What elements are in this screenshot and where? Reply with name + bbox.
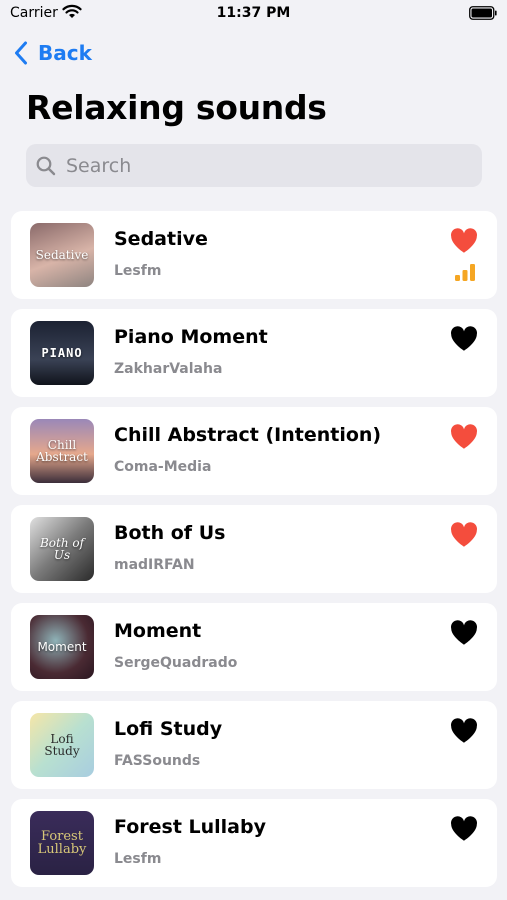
track-artist: Coma-Media	[114, 459, 212, 475]
album-art-label: Lofi Study	[44, 732, 80, 758]
album-art-label: Both of Us	[39, 536, 85, 562]
search-icon	[36, 156, 56, 175]
track-title: Both of Us	[114, 522, 226, 544]
track-title: Moment	[114, 620, 202, 642]
album-art-label: PIANO	[41, 346, 83, 360]
heart-filled-icon[interactable]	[450, 620, 478, 646]
track-row[interactable]: Moment Moment SergeQuadrado	[11, 603, 497, 691]
now-playing-icon	[455, 264, 475, 281]
album-art: Sedative	[30, 223, 94, 287]
page-title: Relaxing sounds	[26, 88, 327, 127]
album-art-label: Moment	[37, 640, 87, 654]
track-title: Forest Lullaby	[114, 816, 266, 838]
album-art: Both of Us	[30, 517, 94, 581]
album-art-label: Sedative	[35, 248, 89, 262]
track-artist: SergeQuadrado	[114, 655, 238, 671]
track-artist: ZakharValaha	[114, 361, 223, 377]
album-art-label: Forest Lullaby	[37, 829, 87, 857]
track-artist: madIRFAN	[114, 557, 195, 573]
track-title: Lofi Study	[114, 718, 223, 740]
track-title: Sedative	[114, 228, 208, 250]
track-list: Sedative Sedative Lesfm PIANO Piano Mome…	[11, 211, 497, 897]
track-row[interactable]: Lofi Study Lofi Study FASSounds	[11, 701, 497, 789]
chevron-left-icon	[15, 41, 27, 65]
track-row[interactable]: Sedative Sedative Lesfm	[11, 211, 497, 299]
clock: 11:37 PM	[216, 5, 291, 21]
track-title: Chill Abstract (Intention)	[114, 424, 382, 446]
track-artist: Lesfm	[114, 851, 162, 867]
heart-filled-icon[interactable]	[450, 326, 478, 352]
album-art: Lofi Study	[30, 713, 94, 777]
album-art: PIANO	[30, 321, 94, 385]
back-label: Back	[38, 41, 92, 65]
heart-filled-icon[interactable]	[450, 718, 478, 744]
heart-filled-icon[interactable]	[450, 424, 478, 450]
track-row[interactable]: Chill Abstract Chill Abstract (Intention…	[11, 407, 497, 495]
heart-filled-icon[interactable]	[450, 522, 478, 548]
track-artist: FASSounds	[114, 753, 201, 769]
album-art: Forest Lullaby	[30, 811, 94, 875]
track-row[interactable]: Forest Lullaby Forest Lullaby Lesfm	[11, 799, 497, 887]
heart-filled-icon[interactable]	[450, 228, 478, 254]
search-input[interactable]	[64, 153, 448, 178]
back-button[interactable]: Back	[14, 38, 92, 68]
search-bar[interactable]	[26, 144, 482, 187]
track-row[interactable]: PIANO Piano Moment ZakharValaha	[11, 309, 497, 397]
track-artist: Lesfm	[114, 263, 162, 279]
track-title: Piano Moment	[114, 326, 268, 348]
album-art-label: Chill Abstract	[36, 438, 88, 464]
battery-icon	[469, 6, 497, 20]
heart-filled-icon[interactable]	[450, 816, 478, 842]
album-art: Chill Abstract	[30, 419, 94, 483]
track-row[interactable]: Both of Us Both of Us madIRFAN	[11, 505, 497, 593]
status-bar: Carrier 11:37 PM	[0, 0, 507, 30]
album-art: Moment	[30, 615, 94, 679]
